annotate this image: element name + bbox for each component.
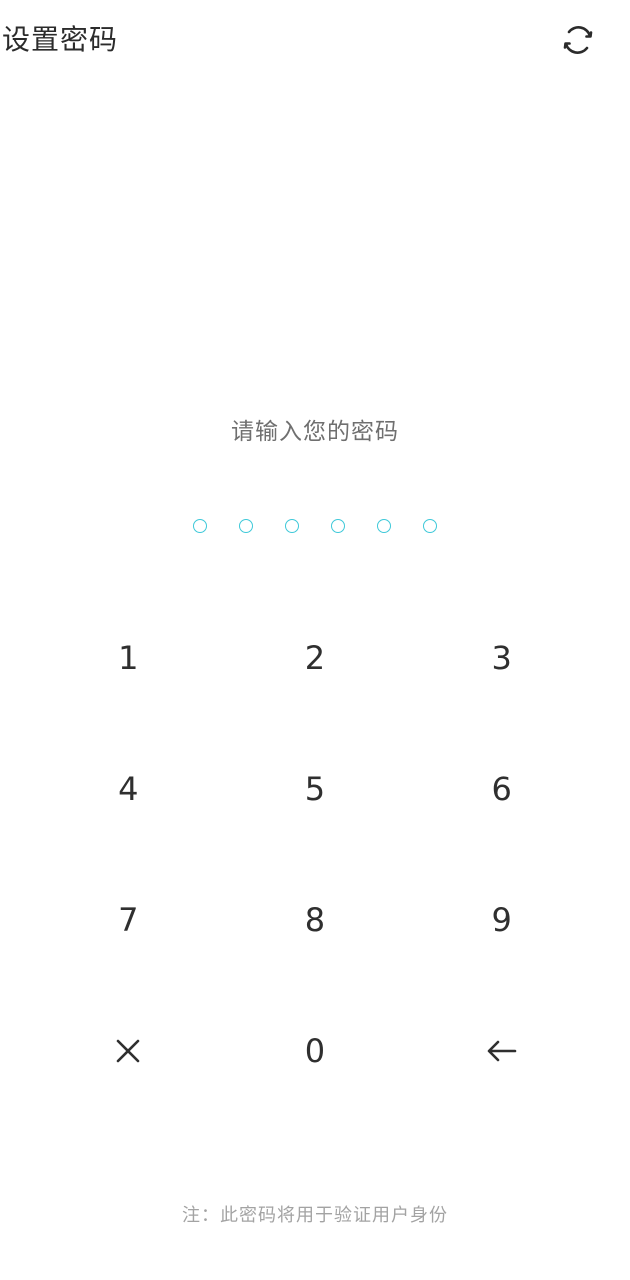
- key-0[interactable]: 0: [222, 985, 409, 1116]
- key-9[interactable]: 9: [408, 854, 595, 985]
- pin-dot: [239, 519, 253, 533]
- refresh-button[interactable]: [556, 20, 600, 64]
- key-label: 3: [491, 638, 512, 677]
- key-5[interactable]: 5: [222, 723, 409, 854]
- key-8[interactable]: 8: [222, 854, 409, 985]
- refresh-icon: [560, 22, 596, 62]
- key-label: 2: [304, 638, 326, 677]
- key-6[interactable]: 6: [408, 723, 595, 854]
- pin-dot: [377, 519, 391, 533]
- pin-dot: [193, 519, 207, 533]
- page-title: 设置密码: [2, 23, 119, 56]
- password-prompt: 请输入您的密码: [231, 419, 399, 445]
- key-label: 4: [118, 769, 139, 808]
- key-label: 6: [491, 769, 512, 808]
- key-3[interactable]: 3: [408, 592, 595, 723]
- key-4[interactable]: 4: [35, 723, 222, 854]
- close-key[interactable]: [35, 985, 222, 1116]
- header: 设置密码: [0, 0, 630, 84]
- key-label: 1: [118, 638, 139, 677]
- pin-dot: [331, 519, 345, 533]
- pin-dot: [285, 519, 299, 533]
- backspace-arrow-icon: [486, 1039, 518, 1063]
- key-label: 8: [304, 900, 326, 939]
- key-label: 5: [304, 769, 326, 808]
- footer-note: 注：此密码将用于验证用户身份: [182, 1205, 448, 1226]
- set-password-screen: 设置密码 请输入您的密码 1 2 3 4 5 6 7 8 9 0 注：此密码将用于验证用户身份: [0, 0, 630, 1280]
- close-icon: [115, 1038, 141, 1064]
- pin-dot: [423, 519, 437, 533]
- key-1[interactable]: 1: [35, 592, 222, 723]
- key-label: 9: [491, 900, 512, 939]
- key-label: 7: [118, 900, 139, 939]
- key-2[interactable]: 2: [222, 592, 409, 723]
- key-7[interactable]: 7: [35, 854, 222, 985]
- number-keypad: 1 2 3 4 5 6 7 8 9 0: [35, 592, 595, 1116]
- backspace-key[interactable]: [408, 985, 595, 1116]
- pin-indicator: [0, 519, 630, 533]
- key-label: 0: [304, 1031, 326, 1070]
